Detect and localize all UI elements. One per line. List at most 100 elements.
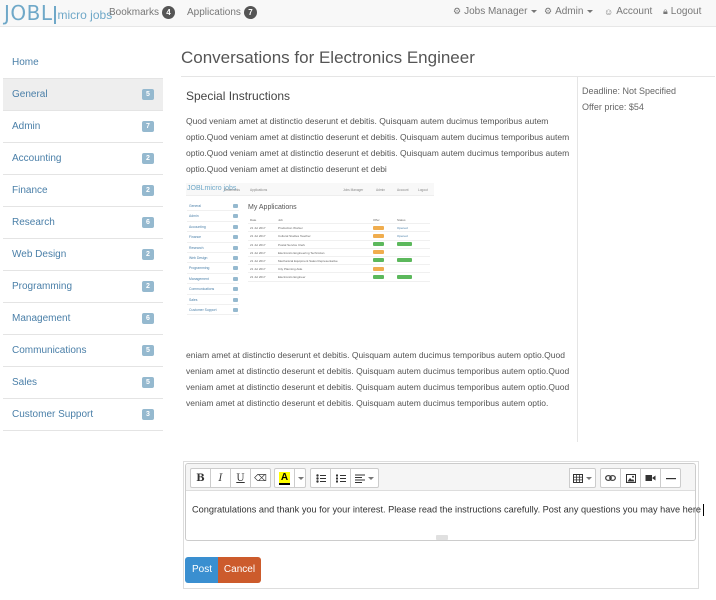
table-icon — [573, 473, 583, 483]
thumbnail-sidebar-item: Communications — [187, 284, 239, 295]
sidebar-item-label: Communications — [12, 345, 87, 356]
thumbnail-table: Date Job Offer Status 21 Jul 2017 Produc… — [248, 216, 430, 282]
thumbnail-cell-date: 21 Jul 2017 — [250, 234, 266, 239]
sidebar-item-count: 6 — [142, 313, 154, 324]
sidebar-item-label: Finance — [12, 185, 48, 196]
sidebar-item-count: 6 — [142, 217, 154, 228]
thumbnail-cell-job: Production Worker — [278, 226, 303, 231]
thumbnail-sidebar-badge — [233, 276, 238, 281]
thumbnail-sidebar-badge — [233, 255, 238, 260]
thumbnail-nav-logout: Logout — [418, 188, 428, 192]
sidebar-item-count: 5 — [142, 345, 154, 356]
section-heading: Special Instructions — [186, 89, 291, 103]
sidebar-item-count: 7 — [142, 121, 154, 132]
sidebar-item-accounting[interactable]: Accounting 2 — [3, 143, 163, 175]
unordered-list-button[interactable] — [310, 468, 331, 488]
thumbnail-sidebar-label: Customer Support — [189, 307, 217, 312]
editor-resize-handle[interactable] — [436, 535, 448, 540]
thumbnail-cell-job: Mechanical Equipment Sales Representativ… — [278, 258, 338, 263]
cancel-button[interactable]: Cancel — [218, 557, 261, 583]
thumbnail-sidebar-badge — [233, 245, 238, 250]
sidebar-item-research[interactable]: Research 6 — [3, 207, 163, 239]
thumbnail-nav-jobs-manager: Jobs Manager — [343, 188, 364, 192]
thumbnail-sidebar-label: Finance — [189, 235, 202, 240]
sidebar-item-general[interactable]: General 5 — [3, 79, 163, 111]
link-icon — [605, 475, 616, 481]
sidebar-item-label: Programming — [12, 281, 73, 292]
color-group: A — [274, 468, 306, 488]
post-button[interactable]: Post — [185, 557, 219, 583]
thumbnail-cell-date: 21 Jul 2017 — [250, 267, 266, 272]
thumbnail-cell-job: Electronics Engineer — [278, 275, 306, 280]
thumbnail-sidebar-label: Research — [189, 245, 204, 250]
sidebar-item-label: Web Design — [12, 249, 67, 260]
nav-jobs-manager[interactable]: ⚙ Jobs Manager — [453, 6, 538, 17]
sidebar-item-label: Research — [12, 217, 55, 228]
thumbnail-table-row: 21 Jul 2017 Cultural Studies Teacher Ope… — [248, 232, 430, 241]
thumbnail-offer-label — [373, 242, 384, 247]
thumbnail-sidebar-label: General — [189, 204, 202, 208]
chevron-down-icon — [368, 476, 374, 480]
sidebar-item-sales[interactable]: Sales 5 — [3, 367, 163, 399]
thumbnail-sidebar-label: Communications — [189, 287, 215, 292]
thumbnail-nav-bookmarks: Bookmarks — [224, 188, 240, 192]
thumbnail-offer-label — [373, 266, 384, 271]
link-button[interactable] — [600, 468, 621, 488]
thumbnail-table-row: 21 Jul 2017 Mechanical Equipment Sales R… — [248, 257, 430, 266]
thumbnail-sidebar-item: Finance — [187, 232, 239, 243]
text-color-button[interactable]: A — [274, 468, 295, 488]
sidebar-item-communications[interactable]: Communications 5 — [3, 335, 163, 367]
thumbnail-sidebar-badge — [233, 287, 238, 292]
sidebar-item-count: 2 — [142, 281, 154, 292]
nav-admin[interactable]: ⚙ Admin — [544, 6, 594, 17]
thumbnail-cell-date: 21 Jul 2017 — [250, 226, 266, 231]
unordered-list-icon — [315, 473, 326, 483]
video-button[interactable] — [640, 468, 661, 488]
editor-content[interactable]: Congratulations and thank you for your i… — [192, 504, 704, 516]
thumbnail-sidebar-item: General — [187, 201, 239, 212]
text-color-icon: A — [278, 471, 291, 485]
chevron-down-icon — [297, 476, 304, 480]
nav-applications[interactable]: Applications 7 — [187, 6, 257, 19]
underline-button[interactable]: U — [230, 468, 251, 488]
color-dropdown-button[interactable] — [294, 468, 306, 488]
thumbnail-status-badge — [397, 258, 412, 263]
chevron-down-icon — [587, 10, 594, 13]
table-button[interactable] — [569, 468, 596, 488]
sidebar-item-programming[interactable]: Programming 2 — [3, 271, 163, 303]
thumbnail-nav-admin: Admin — [376, 188, 386, 192]
thumbnail-offer-label — [373, 274, 384, 279]
thumbnail-sidebar-label: Sales — [189, 297, 198, 302]
sidebar-item-customer-support[interactable]: Customer Support 3 — [3, 399, 163, 431]
editor-text: Congratulations and thank you for your i… — [192, 504, 701, 515]
sidebar-item-web-design[interactable]: Web Design 2 — [3, 239, 163, 271]
eraser-icon[interactable]: ⌫ — [250, 468, 271, 488]
lock-icon: 🔒︎ — [663, 6, 668, 16]
sidebar-item-admin[interactable]: Admin 7 — [3, 111, 163, 143]
thumbnail-cell-job: City Planning Aide — [278, 267, 303, 272]
nav-bookmarks-label: Bookmarks — [109, 7, 160, 18]
sidebar-item-home[interactable]: Home — [3, 47, 163, 79]
brand-logo[interactable]: JOBL micro jobs — [4, 2, 112, 24]
nav-bookmarks[interactable]: Bookmarks 4 — [109, 6, 176, 19]
thumbnail-sidebar-item: Customer Support — [187, 305, 239, 316]
italic-button[interactable]: I — [210, 468, 231, 488]
nav-logout[interactable]: 🔒︎ Logout — [663, 6, 701, 17]
thumbnail-col-status: Status — [397, 218, 406, 222]
nav-account[interactable]: ☺ Account — [604, 6, 652, 17]
bold-button[interactable]: B — [190, 468, 211, 488]
thumbnail-sidebar-item: Management — [187, 274, 239, 285]
offer-price-text: Offer price: $54 — [582, 102, 644, 112]
thumbnail-sidebar-item: Sales — [187, 295, 239, 305]
ordered-list-button[interactable] — [330, 468, 351, 488]
nav-applications-count: 7 — [243, 6, 257, 19]
thumbnail-cell-job: Cultural Studies Teacher — [278, 234, 311, 239]
sidebar-item-finance[interactable]: Finance 2 — [3, 175, 163, 207]
thumbnail-sidebar-badge — [233, 307, 238, 312]
sidebar-item-management[interactable]: Management 6 — [3, 303, 163, 335]
sidebar-item-label: Home — [12, 57, 39, 68]
thumbnail-offer-label — [373, 250, 384, 255]
paragraph-align-button[interactable] — [350, 468, 379, 488]
horizontal-rule-button[interactable] — [660, 468, 681, 488]
image-button[interactable] — [620, 468, 641, 488]
